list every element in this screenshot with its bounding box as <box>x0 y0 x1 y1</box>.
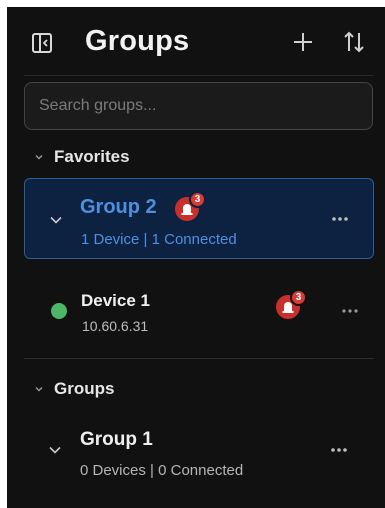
chevron-down-icon <box>35 387 43 392</box>
header-divider <box>24 75 374 76</box>
device-count: 1 Device <box>81 231 140 248</box>
favorites-label: Favorites <box>54 147 130 166</box>
chevron-down-icon <box>35 155 43 160</box>
alarm-count: 3 <box>290 289 307 306</box>
favorites-section-toggle[interactable]: Favorites <box>34 145 130 169</box>
device-name: Device 1 <box>81 291 150 310</box>
group-summary: 0 Devices | 0 Connected <box>80 462 243 479</box>
page-title: Groups <box>85 25 190 57</box>
summary-separator: | <box>143 231 148 248</box>
panel-header: Groups <box>7 7 385 77</box>
group-item-group-2[interactable]: Group 2 3 1 Device | 1 Connected <box>24 178 374 259</box>
sort-arrows-icon <box>344 31 364 53</box>
plus-icon <box>294 33 312 51</box>
groups-section-toggle[interactable]: Groups <box>34 377 114 401</box>
add-group-button[interactable] <box>290 29 316 55</box>
connected-count: 0 Connected <box>158 462 244 479</box>
more-options-icon[interactable] <box>328 446 350 454</box>
device-count: 0 Devices <box>80 462 146 479</box>
group-name: Group 1 <box>80 429 153 450</box>
group-name: Group 2 <box>80 196 157 218</box>
alarm-badge[interactable]: 3 <box>276 289 314 319</box>
device-ip: 10.60.6.31 <box>82 318 149 334</box>
groups-label: Groups <box>54 379 115 398</box>
more-options-icon[interactable] <box>339 307 361 315</box>
groups-panel: Groups Favorites Group 2 <box>7 7 385 508</box>
sidebar-toggle-icon[interactable] <box>30 31 54 55</box>
group-summary: 1 Device | 1 Connected <box>81 231 237 248</box>
search-input[interactable] <box>25 83 372 129</box>
chevron-down-icon[interactable] <box>48 445 62 455</box>
connected-count: 1 Connected <box>151 231 237 248</box>
summary-separator: | <box>150 462 154 479</box>
device-item-device-1[interactable]: Device 1 10.60.6.31 3 <box>24 269 374 353</box>
chevron-down-icon[interactable] <box>49 215 63 225</box>
alarm-badge[interactable]: 3 <box>175 191 213 221</box>
alarm-count: 3 <box>189 191 206 208</box>
more-options-icon[interactable] <box>329 215 351 223</box>
section-divider <box>24 358 374 359</box>
group-item-group-1[interactable]: Group 1 0 Devices | 0 Connected <box>24 417 374 497</box>
sort-button[interactable] <box>341 27 367 57</box>
online-status-dot <box>51 303 67 319</box>
search-box <box>24 82 373 130</box>
